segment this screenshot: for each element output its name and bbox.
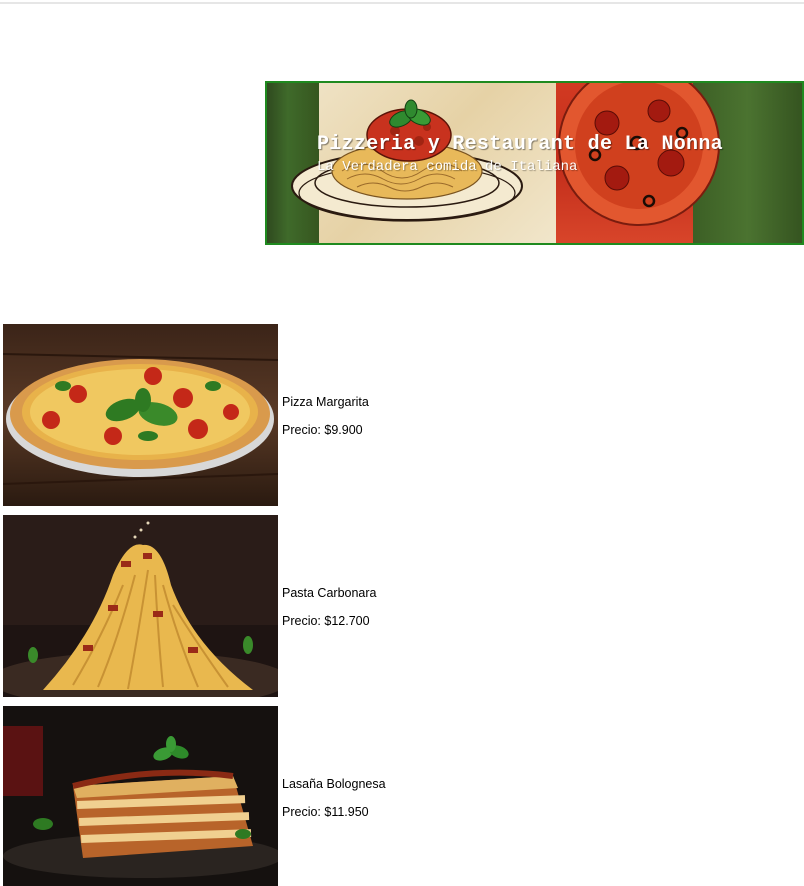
dish-name: Pizza Margarita xyxy=(282,395,369,409)
dish-info: Pasta Carbonara Precio: $12.700 xyxy=(282,585,377,629)
dish-info: Pizza Margarita Precio: $9.900 xyxy=(282,394,369,438)
menu-item: Pizza Margarita Precio: $9.900 xyxy=(3,324,803,515)
dish-name: Pasta Carbonara xyxy=(282,586,377,600)
pasta-photo xyxy=(3,515,278,697)
top-divider xyxy=(0,2,804,4)
dish-price: Precio: $11.950 xyxy=(282,805,369,819)
dish-price: Precio: $9.900 xyxy=(282,423,363,437)
menu-list: Pizza Margarita Precio: $9.900 Pasta Car… xyxy=(3,324,803,886)
menu-item: Pasta Carbonara Precio: $12.700 xyxy=(3,515,803,706)
page: Pizzeria y Restaurant de La Nonna La Ver… xyxy=(0,0,804,886)
banner-title: Pizzeria y Restaurant de La Nonna xyxy=(317,133,723,156)
dish-name: Lasaña Bolognesa xyxy=(282,777,386,791)
menu-item: Lasaña Bolognesa Precio: $11.950 xyxy=(3,706,803,886)
pizza-photo xyxy=(3,324,278,506)
banner-subtitle: La Verdadera comida de Italiana xyxy=(317,159,578,175)
dish-price: Precio: $12.700 xyxy=(282,614,370,628)
lasagna-photo xyxy=(3,706,278,886)
dish-info: Lasaña Bolognesa Precio: $11.950 xyxy=(282,776,386,820)
restaurant-banner: Pizzeria y Restaurant de La Nonna La Ver… xyxy=(265,81,804,245)
